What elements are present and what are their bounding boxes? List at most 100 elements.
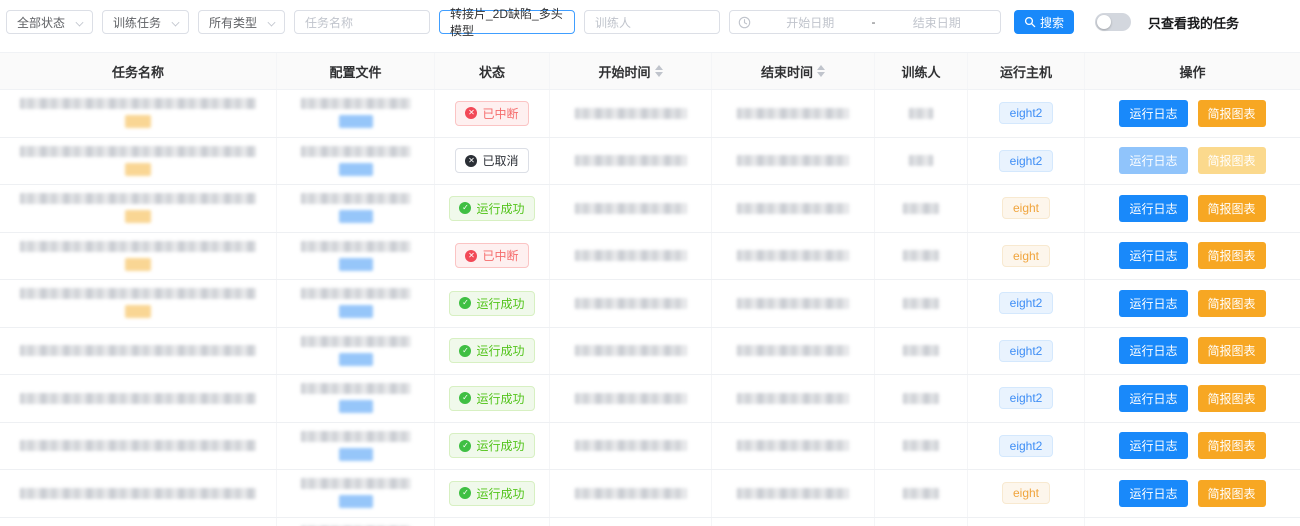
host-badge: eight: [1002, 197, 1050, 219]
column-header-end-time[interactable]: 结束时间: [712, 53, 875, 89]
status-icon: ✓: [459, 392, 471, 404]
my-tasks-toggle-label: 只查看我的任务: [1148, 13, 1239, 32]
status-label: 运行成功: [476, 485, 524, 502]
table-row: ✓ 运行成功 eight 运行日志 简报图表: [0, 185, 1300, 233]
log-button[interactable]: 运行日志: [1119, 432, 1187, 459]
start-time-cell: [550, 90, 712, 137]
chart-button[interactable]: 简报图表: [1198, 195, 1266, 222]
log-button[interactable]: 运行日志: [1119, 242, 1187, 269]
start-time-redacted: [575, 488, 687, 499]
chevron-down-icon: [76, 18, 84, 26]
trainer-cell: [875, 518, 968, 526]
log-button[interactable]: 运行日志: [1119, 290, 1187, 317]
task-name-cell: [0, 423, 277, 470]
host-badge: eight2: [999, 387, 1054, 409]
log-button[interactable]: 运行日志: [1119, 100, 1187, 127]
config-link-redacted[interactable]: [339, 400, 373, 413]
sort-icon[interactable]: [817, 65, 825, 77]
status-cell: ✓ 运行成功: [435, 280, 550, 327]
log-button[interactable]: 运行日志: [1119, 337, 1187, 364]
category-filter-select[interactable]: 所有类型: [198, 10, 285, 34]
task-name-redacted: [20, 98, 256, 109]
date-separator: -: [870, 15, 878, 29]
config-link-redacted[interactable]: [339, 353, 373, 366]
log-button[interactable]: 运行日志: [1119, 195, 1187, 222]
trainer-cell: [875, 423, 968, 470]
task-name-cell: [0, 518, 277, 526]
chart-button[interactable]: 简报图表: [1198, 385, 1266, 412]
host-badge: eight2: [999, 292, 1054, 314]
status-filter-select[interactable]: 全部状态: [6, 10, 93, 34]
task-name-cell: [0, 138, 277, 185]
config-link-redacted[interactable]: [339, 448, 373, 461]
task-name-redacted: [20, 393, 256, 404]
column-header-task-name: 任务名称: [0, 53, 277, 89]
start-time-cell: [550, 423, 712, 470]
my-tasks-toggle[interactable]: [1095, 13, 1131, 31]
trainer-input[interactable]: 训练人: [584, 10, 720, 34]
column-header-label: 训练人: [901, 62, 940, 81]
column-header-config-file: 配置文件: [277, 53, 435, 89]
trainer-cell: [875, 185, 968, 232]
config-file-redacted: [301, 98, 411, 109]
config-link-redacted[interactable]: [339, 210, 373, 223]
end-date-field[interactable]: 结束日期: [882, 14, 993, 31]
task-name-redacted: [20, 288, 256, 299]
model-search-input[interactable]: 转接片_2D缺陷_多头模型: [439, 10, 575, 34]
column-header-trainer: 训练人: [875, 53, 968, 89]
column-header-start-time[interactable]: 开始时间: [550, 53, 712, 89]
config-link-redacted[interactable]: [339, 495, 373, 508]
task-type-filter-select[interactable]: 训练任务: [102, 10, 189, 34]
date-range-picker[interactable]: 开始日期 - 结束日期: [729, 10, 1001, 34]
start-time-cell: [550, 280, 712, 327]
table-row: ✓ 运行成功 eight 运行日志 简报图表: [0, 470, 1300, 518]
config-link-redacted[interactable]: [339, 258, 373, 271]
task-tag-redacted: [125, 163, 151, 176]
log-button[interactable]: 运行日志: [1119, 147, 1187, 174]
chart-button[interactable]: 简报图表: [1198, 480, 1266, 507]
filter-bar: 全部状态 训练任务 所有类型 任务名称 转接片_2D缺陷_多头模型 训练人 开始…: [0, 0, 1300, 44]
task-tag-redacted: [125, 115, 151, 128]
host-cell: eight: [968, 233, 1085, 280]
config-file-redacted: [301, 478, 411, 489]
actions-cell: 运行日志 简报图表: [1085, 138, 1300, 185]
trainer-redacted: [903, 203, 939, 214]
chart-button[interactable]: 简报图表: [1198, 432, 1266, 459]
chart-button[interactable]: 简报图表: [1198, 290, 1266, 317]
log-button[interactable]: 运行日志: [1119, 385, 1187, 412]
task-table: 任务名称 配置文件 状态 开始时间 结束时间 训练人 运行主机: [0, 52, 1300, 526]
trainer-cell: [875, 328, 968, 375]
search-button[interactable]: 搜索: [1014, 10, 1074, 34]
end-time-cell: [712, 138, 875, 185]
host-badge: eight2: [999, 340, 1054, 362]
config-link-redacted[interactable]: [339, 163, 373, 176]
start-time-cell: [550, 328, 712, 375]
chart-button[interactable]: 简报图表: [1198, 100, 1266, 127]
task-name-redacted: [20, 345, 256, 356]
actions-cell: 运行日志 简报图表: [1085, 90, 1300, 137]
trainer-cell: [875, 233, 968, 280]
column-header-label: 配置文件: [329, 62, 381, 81]
end-time-redacted: [737, 440, 849, 451]
actions-cell: 运行日志 简报图表: [1085, 518, 1300, 526]
end-time-redacted: [737, 393, 849, 404]
end-time-redacted: [737, 203, 849, 214]
status-badge: ✓ 运行成功: [449, 386, 534, 411]
start-time-cell: [550, 138, 712, 185]
status-badge: ✓ 运行成功: [449, 196, 534, 221]
config-link-redacted[interactable]: [339, 115, 373, 128]
status-cell: ✓ 运行成功: [435, 518, 550, 526]
log-button[interactable]: 运行日志: [1119, 480, 1187, 507]
start-time-redacted: [575, 440, 687, 451]
start-time-redacted: [575, 108, 687, 119]
start-date-field[interactable]: 开始日期: [755, 14, 866, 31]
sort-icon[interactable]: [655, 65, 663, 77]
chart-button[interactable]: 简报图表: [1198, 337, 1266, 364]
config-link-redacted[interactable]: [339, 305, 373, 318]
chart-button[interactable]: 简报图表: [1198, 242, 1266, 269]
trainer-redacted: [903, 250, 939, 261]
table-row: ✕ 已中断 eight2 运行日志 简报图表: [0, 90, 1300, 138]
task-name-input[interactable]: 任务名称: [294, 10, 430, 34]
table-header-row: 任务名称 配置文件 状态 开始时间 结束时间 训练人 运行主机: [0, 52, 1300, 90]
chart-button[interactable]: 简报图表: [1198, 147, 1266, 174]
